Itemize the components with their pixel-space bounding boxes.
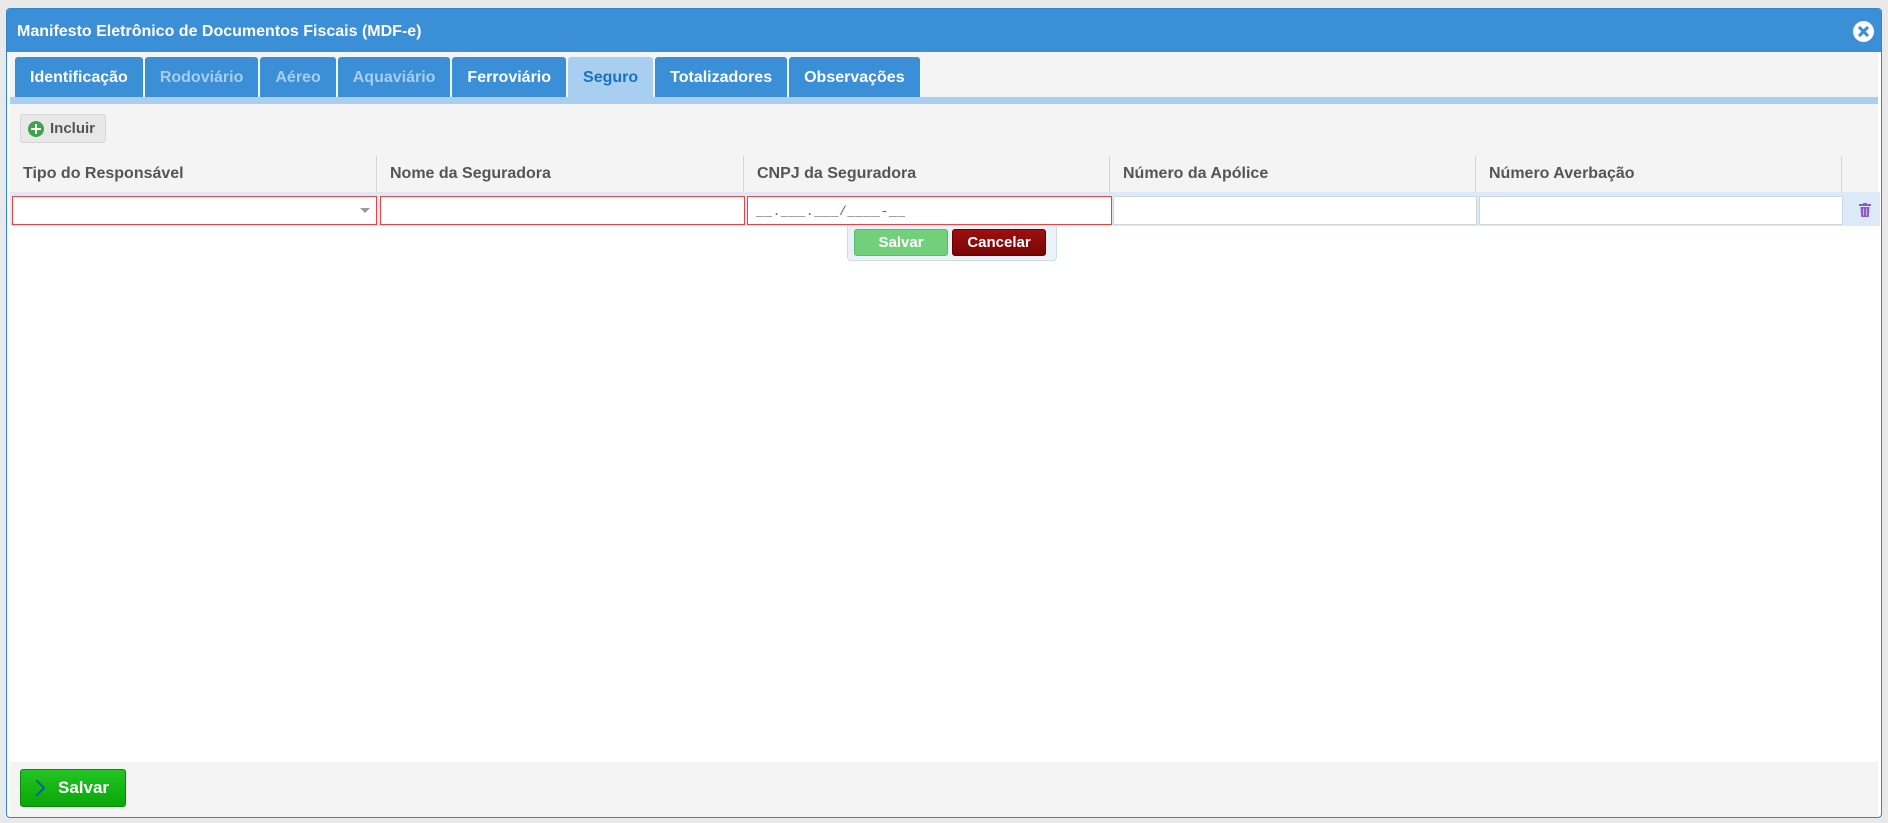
incluir-button[interactable]: Incluir (20, 114, 107, 143)
grid-header: Tipo do Responsável Nome da Seguradora C… (10, 156, 1842, 192)
plus-circle-icon (28, 120, 44, 137)
cnpj-mask: __.___.___/____-__ (756, 204, 906, 219)
row-save-button[interactable]: Salvar (854, 229, 948, 256)
caret-down-icon[interactable] (360, 208, 370, 213)
tab-underline (10, 97, 1878, 104)
trash-icon[interactable] (1859, 203, 1871, 217)
incluir-label: Incluir (50, 120, 96, 137)
nome-seguradora-input[interactable] (380, 196, 745, 225)
tab-ferroviario[interactable]: Ferroviário (452, 57, 567, 97)
row-edit-actions: Salvar Cancelar (847, 226, 1057, 261)
tab-totalizadores[interactable]: Totalizadores (655, 57, 788, 97)
tab-aquaviario: Aquaviário (337, 57, 451, 97)
tab-observacoes[interactable]: Observações (789, 57, 920, 97)
cnpj-seguradora-input[interactable]: __.___.___/____-__ (747, 196, 1112, 225)
grid-edit-row: __.___.___/____-__ (10, 192, 1880, 226)
title-bar: Manifesto Eletrônico de Documentos Fisca… (7, 9, 1881, 52)
save-button[interactable]: Salvar (20, 769, 126, 807)
column-header-cnpj-seguradora[interactable]: CNPJ da Seguradora (744, 156, 1110, 192)
tab-bar: Identificação Rodoviário Aéreo Aquaviári… (10, 52, 1878, 104)
dialog-title: Manifesto Eletrônico de Documentos Fisca… (17, 23, 422, 40)
tab-rodoviario: Rodoviário (144, 57, 259, 97)
close-icon[interactable] (1853, 21, 1874, 42)
tab-aereo: Aéreo (260, 57, 336, 97)
seguro-panel: Incluir Tipo do Responsável Nome da Segu… (10, 104, 1880, 817)
tab-seguro[interactable]: Seguro (568, 57, 654, 97)
dialog-footer: Salvar (10, 762, 1878, 817)
column-header-tipo-responsavel[interactable]: Tipo do Responsável (10, 156, 377, 192)
column-header-numero-averbacao[interactable]: Número Averbação (1476, 156, 1842, 192)
chevron-right-icon (28, 779, 46, 797)
row-cancel-button[interactable]: Cancelar (952, 229, 1046, 256)
tab-identificacao[interactable]: Identificação (15, 57, 143, 97)
save-button-label: Salvar (58, 778, 110, 797)
tipo-responsavel-select[interactable] (12, 196, 377, 225)
column-header-numero-apolice[interactable]: Número da Apólice (1110, 156, 1476, 192)
grid-toolbar: Incluir Tipo do Responsável Nome da Segu… (10, 104, 1880, 226)
numero-apolice-input[interactable] (1113, 196, 1477, 225)
numero-averbacao-input[interactable] (1479, 196, 1843, 225)
mdfe-dialog: Manifesto Eletrônico de Documentos Fisca… (6, 8, 1882, 818)
column-header-nome-seguradora[interactable]: Nome da Seguradora (377, 156, 744, 192)
